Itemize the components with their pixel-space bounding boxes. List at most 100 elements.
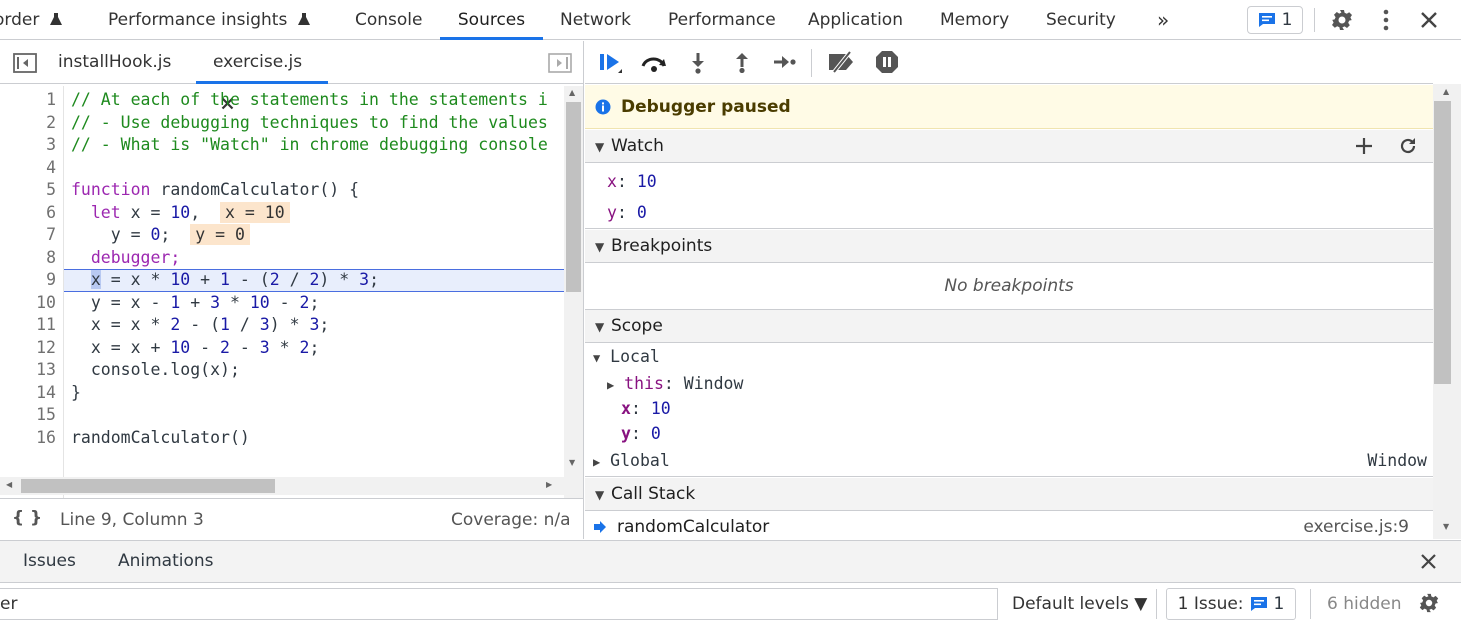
tab-console[interactable]: Console <box>355 0 423 40</box>
editor-status-bar: { } Line 9, Column 3 Coverage: n/a <box>0 498 583 539</box>
gear-icon[interactable] <box>1418 592 1440 614</box>
scroll-down-arrow[interactable]: ▼ <box>1443 522 1449 531</box>
message-icon <box>1250 597 1267 611</box>
scope-this[interactable]: ▶ this: Window <box>607 374 743 393</box>
tab-recorder[interactable]: order <box>0 0 63 40</box>
code-line-current: 9 x = x * 10 + 1 - (2 / 2) * 3; <box>0 269 564 292</box>
watch-item[interactable]: y: 0 <box>607 203 647 222</box>
scroll-up-arrow[interactable]: ▲ <box>1443 87 1449 96</box>
issues-counter-button[interactable]: 1 <box>1247 6 1303 34</box>
scrollbar-thumb[interactable] <box>21 479 275 493</box>
line-number[interactable]: 3 <box>0 134 56 157</box>
code-line: 4 <box>0 157 564 180</box>
gear-icon[interactable] <box>1330 8 1354 32</box>
more-tabs-button[interactable]: » <box>1157 0 1169 40</box>
toggle-navigator-icon[interactable] <box>13 53 37 73</box>
pause-on-exceptions-icon[interactable] <box>875 50 899 74</box>
file-tab-exercise[interactable]: exercise.js <box>196 41 328 110</box>
scroll-left-arrow[interactable]: ◀ <box>6 480 12 489</box>
line-number[interactable]: 13 <box>0 359 56 382</box>
frame-location[interactable]: exercise.js:9 <box>1303 517 1409 537</box>
scrollbar-thumb[interactable] <box>566 102 581 292</box>
hidden-messages-count: 6 hidden <box>1327 594 1402 614</box>
code-text: // - Use debugging techniques to find th… <box>71 112 548 132</box>
line-number[interactable]: 10 <box>0 292 56 315</box>
add-icon[interactable] <box>1355 137 1373 155</box>
tab-performance[interactable]: Performance <box>668 0 776 40</box>
issues-count: 1 <box>1273 594 1285 614</box>
callstack-frame[interactable]: randomCalculator exercise.js:9 <box>585 512 1433 539</box>
triangle-down-icon: ▼ <box>593 351 601 365</box>
coverage-status[interactable]: Coverage: n/a <box>451 510 571 530</box>
code-line: 11 x = x * 2 - (1 / 3) * 3; <box>0 314 564 337</box>
issues-counter-button[interactable]: 1 Issue: 1 <box>1166 588 1296 620</box>
bottom-drawer: Issues Animations er Default levels ▼ 1 … <box>0 540 1461 632</box>
file-tab-installhook[interactable]: installHook.js <box>58 41 171 84</box>
watch-item[interactable]: x: 10 <box>607 172 657 191</box>
tab-sources[interactable]: Sources <box>440 0 543 40</box>
devtools-tab-bar: order Performance insights Console Sourc… <box>0 0 1461 40</box>
scope-section-header[interactable]: ▼ Scope <box>585 310 1433 343</box>
line-number[interactable]: 12 <box>0 337 56 360</box>
line-number[interactable]: 5 <box>0 179 56 202</box>
editor-vertical-scrollbar[interactable]: ▲ ▼ <box>564 86 583 519</box>
line-number[interactable]: 9 <box>0 269 56 292</box>
tab-application[interactable]: Application <box>808 0 903 40</box>
scope-local[interactable]: ▼ Local <box>593 347 660 366</box>
toggle-debugger-icon[interactable] <box>548 53 572 73</box>
step-out-icon[interactable] <box>734 51 750 73</box>
log-levels-dropdown[interactable]: Default levels ▼ <box>1012 594 1147 614</box>
paused-label: Debugger paused <box>621 96 791 117</box>
pretty-print-button[interactable]: { } <box>12 508 42 528</box>
console-filter-input[interactable]: er <box>0 588 998 620</box>
code-editor[interactable]: 1 // At each of the statements in the sta… <box>0 86 564 519</box>
tab-animations[interactable]: Animations <box>118 551 214 571</box>
step-icon[interactable] <box>773 54 797 70</box>
tab-network[interactable]: Network <box>560 0 631 40</box>
close-icon[interactable] <box>1420 553 1437 570</box>
tab-performance-insights[interactable]: Performance insights <box>108 0 311 40</box>
close-icon[interactable] <box>1420 11 1438 29</box>
callstack-section-header[interactable]: ▼ Call Stack <box>585 478 1433 511</box>
scroll-right-arrow[interactable]: ▶ <box>546 480 552 489</box>
breakpoints-section-header[interactable]: ▼ Breakpoints <box>585 230 1433 263</box>
line-number[interactable]: 8 <box>0 247 56 270</box>
editor-horizontal-scrollbar[interactable]: ◀ ▶ <box>0 477 564 495</box>
scope-global[interactable]: ▶ Global <box>593 451 670 470</box>
inline-value: y = 0 <box>190 224 250 245</box>
deactivate-breakpoints-icon[interactable] <box>826 50 858 74</box>
inline-value: x = 10 <box>220 201 290 223</box>
more-vert-icon[interactable] <box>1377 9 1395 31</box>
code-line: 2 // - Use debugging techniques to find t… <box>0 112 564 135</box>
line-number[interactable]: 14 <box>0 382 56 405</box>
line-number[interactable]: 11 <box>0 314 56 337</box>
scrollbar-thumb[interactable] <box>1434 101 1451 384</box>
resume-icon[interactable] <box>598 51 624 75</box>
tab-label: order <box>0 10 40 30</box>
line-number[interactable]: 15 <box>0 404 56 427</box>
triangle-down-icon: ▼ <box>595 140 605 154</box>
line-number[interactable]: 16 <box>0 427 56 450</box>
sidebar-vertical-scrollbar[interactable]: ▲ ▼ <box>1433 84 1461 539</box>
line-number[interactable]: 1 <box>0 89 56 112</box>
line-number[interactable]: 6 <box>0 202 56 225</box>
info-icon <box>595 99 611 114</box>
code-text: let x = 10, x = 10 <box>71 201 290 225</box>
tab-issues[interactable]: Issues <box>23 551 76 571</box>
line-number[interactable]: 4 <box>0 157 56 180</box>
step-over-icon[interactable] <box>640 53 668 73</box>
code-line: 7 y = 0; y = 0 <box>0 224 564 247</box>
scroll-down-arrow[interactable]: ▼ <box>569 458 575 467</box>
line-number[interactable]: 7 <box>0 224 56 247</box>
watch-list: x: 10 y: 0 <box>585 164 1433 229</box>
line-number[interactable]: 2 <box>0 112 56 135</box>
scroll-up-arrow[interactable]: ▲ <box>569 88 575 97</box>
step-into-icon[interactable] <box>690 52 706 74</box>
tab-security[interactable]: Security <box>1046 0 1116 40</box>
editor-panel: installHook.js exercise.js 1 // At each o… <box>0 41 584 539</box>
scope-var[interactable]: x: 10 <box>621 399 671 418</box>
refresh-icon[interactable] <box>1398 136 1418 156</box>
tab-memory[interactable]: Memory <box>940 0 1009 40</box>
watch-section-header[interactable]: ▼ Watch <box>585 130 1433 163</box>
scope-var[interactable]: y: 0 <box>621 424 661 443</box>
